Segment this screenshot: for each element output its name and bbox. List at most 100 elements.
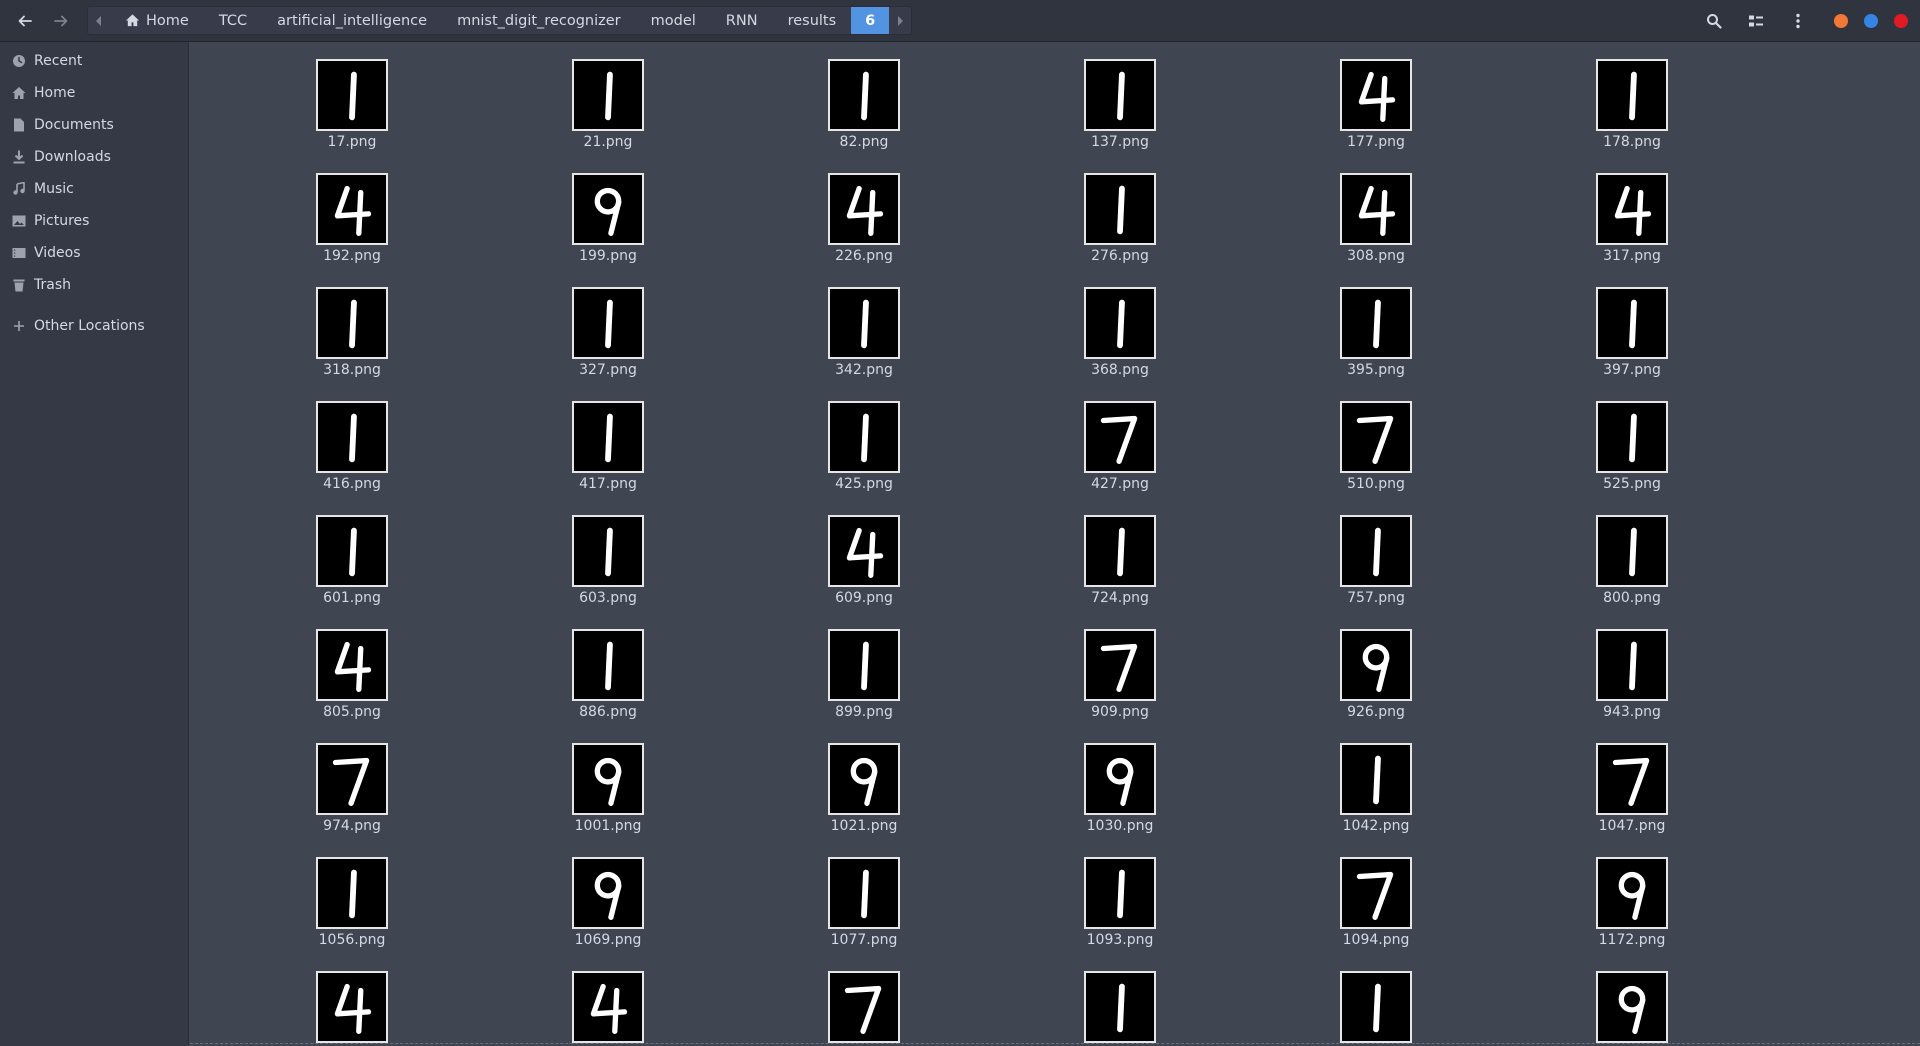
sidebar-item-label: Music — [34, 181, 74, 197]
sidebar-item-videos[interactable]: Videos — [0, 238, 189, 268]
file-item[interactable]: 601.png — [288, 498, 408, 610]
file-item[interactable]: 757.png — [1312, 498, 1432, 610]
sidebar-item-label: Documents — [34, 117, 114, 133]
file-item[interactable] — [1056, 954, 1176, 1046]
file-item[interactable]: 1077.png — [800, 840, 920, 952]
sidebar-item-pictures[interactable]: Pictures — [0, 206, 189, 236]
sidebar-item-music[interactable]: Music — [0, 174, 189, 204]
view-toggle-button[interactable] — [1745, 10, 1767, 32]
breadcrumb-scroll-left[interactable] — [88, 7, 110, 34]
breadcrumb-rnn[interactable]: RNN — [711, 7, 773, 34]
file-item[interactable]: 510.png — [1312, 384, 1432, 496]
file-item[interactable]: 899.png — [800, 612, 920, 724]
file-item[interactable]: 805.png — [288, 612, 408, 724]
file-item[interactable] — [1568, 954, 1688, 1046]
file-item[interactable]: 974.png — [288, 726, 408, 838]
file-item[interactable]: 425.png — [800, 384, 920, 496]
file-item[interactable] — [1312, 954, 1432, 1046]
file-thumbnail — [316, 629, 388, 701]
file-item[interactable]: 926.png — [1312, 612, 1432, 724]
file-item[interactable]: 525.png — [1568, 384, 1688, 496]
file-thumbnail — [572, 743, 644, 815]
file-item[interactable]: 427.png — [1056, 384, 1176, 496]
file-item[interactable]: 17.png — [288, 42, 408, 154]
breadcrumb-home[interactable]: Home — [110, 7, 204, 34]
minimize-button[interactable] — [1834, 14, 1848, 28]
sidebar-item-home[interactable]: Home — [0, 78, 189, 108]
file-thumbnail — [828, 857, 900, 929]
breadcrumb-tcc[interactable]: TCC — [204, 7, 262, 34]
file-item[interactable]: 724.png — [1056, 498, 1176, 610]
file-item[interactable]: 177.png — [1312, 42, 1432, 154]
forward-button[interactable] — [46, 8, 76, 34]
file-item[interactable]: 82.png — [800, 42, 920, 154]
file-item[interactable]: 1047.png — [1568, 726, 1688, 838]
sidebar-item-trash[interactable]: Trash — [0, 270, 189, 300]
file-item[interactable]: 886.png — [544, 612, 664, 724]
menu-button[interactable] — [1787, 10, 1809, 32]
file-item[interactable]: 21.png — [544, 42, 664, 154]
breadcrumb-results[interactable]: results — [773, 7, 852, 34]
video-icon — [11, 246, 26, 261]
file-item[interactable]: 1093.png — [1056, 840, 1176, 952]
breadcrumb-scroll-right[interactable] — [889, 7, 911, 34]
file-item[interactable] — [544, 954, 664, 1046]
file-thumbnail — [1596, 971, 1668, 1043]
file-thumbnail — [1596, 59, 1668, 131]
file-thumbnail — [572, 857, 644, 929]
download-icon — [11, 150, 26, 165]
file-name: 899.png — [835, 704, 893, 720]
file-item[interactable]: 1094.png — [1312, 840, 1432, 952]
file-item[interactable]: 417.png — [544, 384, 664, 496]
file-item[interactable]: 276.png — [1056, 156, 1176, 268]
sidebar-item-recent[interactable]: Recent — [0, 46, 189, 76]
file-item[interactable] — [800, 954, 920, 1046]
file-item[interactable]: 609.png — [800, 498, 920, 610]
breadcrumb-current-6[interactable]: 6 — [851, 7, 890, 34]
file-item[interactable]: 943.png — [1568, 612, 1688, 724]
sidebar-item-other-locations[interactable]: Other Locations — [0, 311, 189, 341]
sidebar-item-documents[interactable]: Documents — [0, 110, 189, 140]
search-button[interactable] — [1703, 10, 1725, 32]
breadcrumb-mnist-digit-recognizer[interactable]: mnist_digit_recognizer — [442, 7, 636, 34]
close-button[interactable] — [1894, 14, 1908, 28]
file-thumbnail — [1084, 59, 1156, 131]
file-item[interactable]: 397.png — [1568, 270, 1688, 382]
file-item[interactable]: 308.png — [1312, 156, 1432, 268]
file-name: 1001.png — [574, 818, 642, 834]
file-item[interactable]: 395.png — [1312, 270, 1432, 382]
file-name: 603.png — [579, 590, 637, 606]
file-item[interactable]: 368.png — [1056, 270, 1176, 382]
file-item[interactable]: 1042.png — [1312, 726, 1432, 838]
file-item[interactable]: 909.png — [1056, 612, 1176, 724]
file-item[interactable]: 416.png — [288, 384, 408, 496]
file-item[interactable] — [288, 954, 408, 1046]
breadcrumb-model[interactable]: model — [636, 7, 711, 34]
file-item[interactable]: 318.png — [288, 270, 408, 382]
file-item[interactable]: 1056.png — [288, 840, 408, 952]
file-item[interactable]: 199.png — [544, 156, 664, 268]
sidebar-item-downloads[interactable]: Downloads — [0, 142, 189, 172]
file-item[interactable]: 178.png — [1568, 42, 1688, 154]
maximize-button[interactable] — [1864, 14, 1878, 28]
plus-icon — [11, 319, 26, 334]
file-thumbnail — [572, 287, 644, 359]
file-item[interactable]: 317.png — [1568, 156, 1688, 268]
back-button[interactable] — [10, 8, 40, 34]
file-item[interactable]: 1001.png — [544, 726, 664, 838]
file-name: 1094.png — [1342, 932, 1410, 948]
file-item[interactable]: 342.png — [800, 270, 920, 382]
breadcrumb-artificial-intelligence[interactable]: artificial_intelligence — [262, 7, 442, 34]
file-thumbnail — [316, 401, 388, 473]
file-item[interactable]: 137.png — [1056, 42, 1176, 154]
file-item[interactable]: 226.png — [800, 156, 920, 268]
view-toggle-icon — [1749, 15, 1763, 27]
file-item[interactable]: 327.png — [544, 270, 664, 382]
file-item[interactable]: 1172.png — [1568, 840, 1688, 952]
file-item[interactable]: 1069.png — [544, 840, 664, 952]
file-item[interactable]: 603.png — [544, 498, 664, 610]
file-item[interactable]: 192.png — [288, 156, 408, 268]
file-item[interactable]: 800.png — [1568, 498, 1688, 610]
file-item[interactable]: 1030.png — [1056, 726, 1176, 838]
file-item[interactable]: 1021.png — [800, 726, 920, 838]
